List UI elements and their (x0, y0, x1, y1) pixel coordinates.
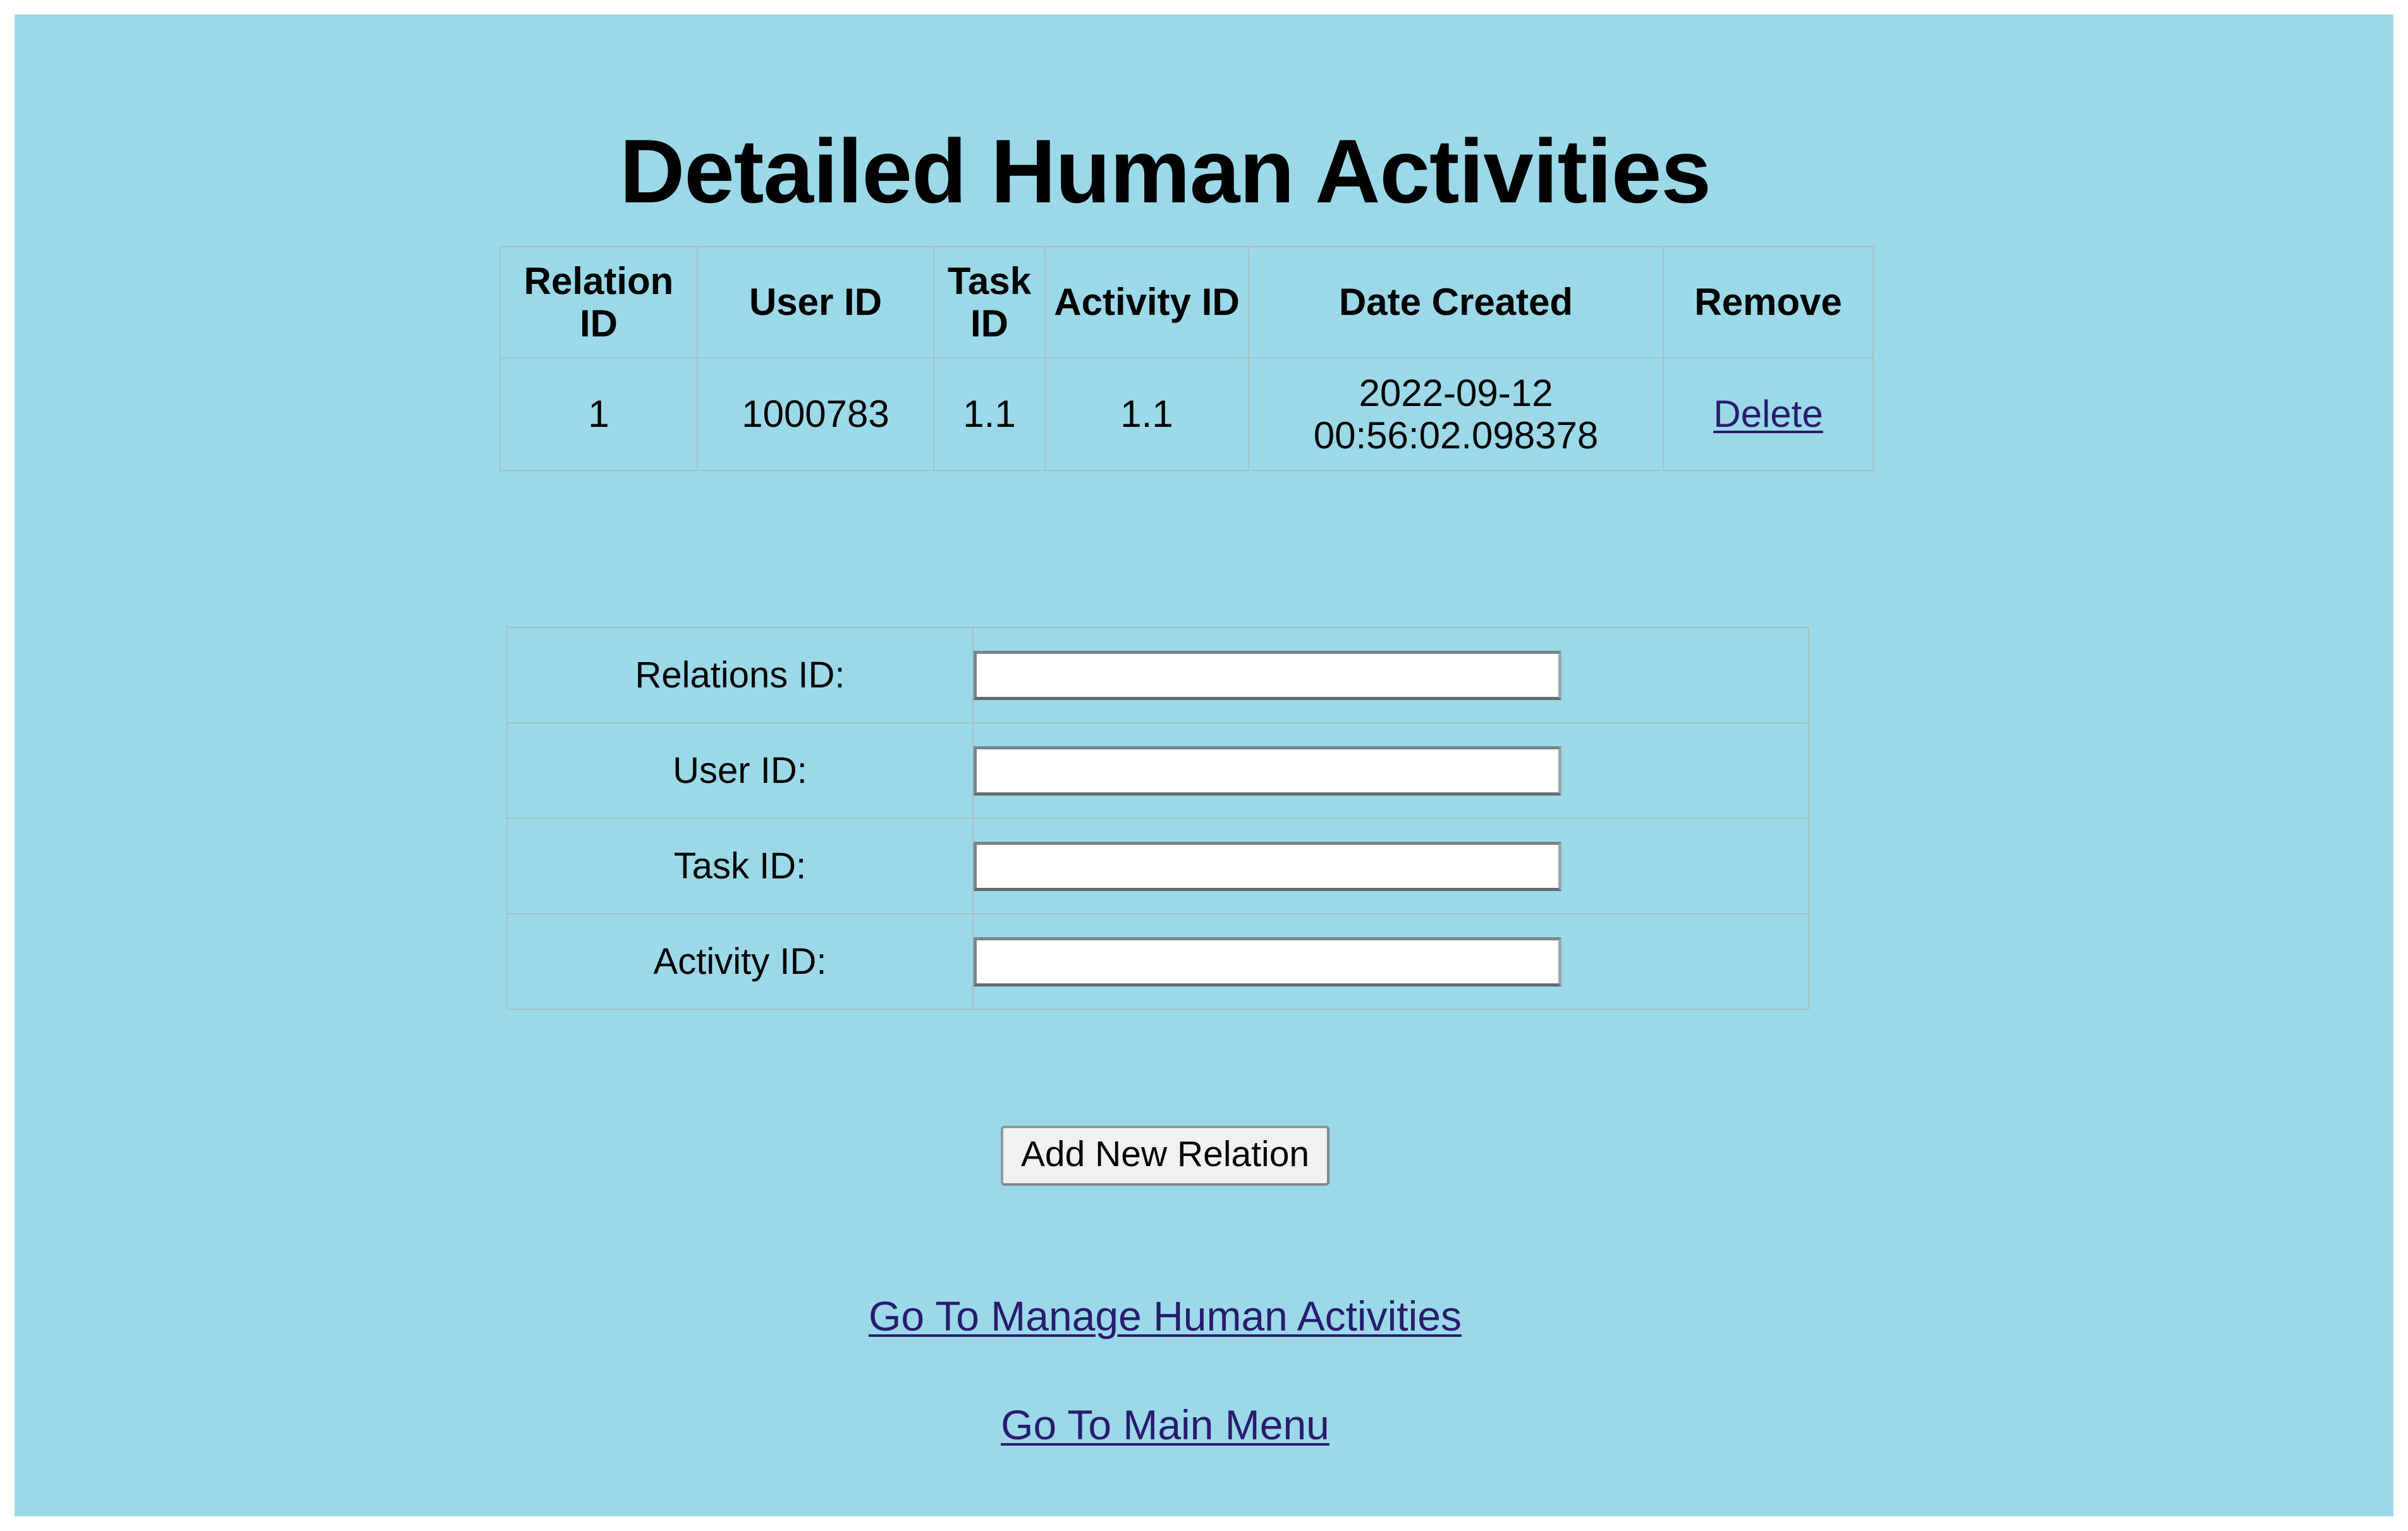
column-header-task-id: Task ID (933, 246, 1046, 359)
form-row-relations-id: Relations ID: (506, 627, 1809, 723)
form-row-activity-id: Activity ID: (506, 913, 1809, 1010)
activity-id-input[interactable] (974, 937, 1562, 987)
column-header-activity-id: Activity ID (1044, 246, 1249, 359)
add-new-relation-button[interactable]: Add New Relation (1000, 1126, 1330, 1186)
column-header-remove: Remove (1663, 246, 1874, 359)
label-relations-id: Relations ID: (506, 627, 974, 723)
table-header-row: Relation ID User ID Task ID Activity ID … (499, 246, 1874, 359)
field-cell-relations-id (972, 627, 1809, 723)
label-task-id: Task ID: (506, 818, 974, 914)
relations-id-input[interactable] (974, 650, 1562, 700)
nav-manage-row: Go To Manage Human Activities (15, 1292, 2316, 1340)
cell-remove: Delete (1663, 357, 1874, 471)
field-cell-user-id (972, 722, 1809, 819)
page-container: Detailed Human Activities Relation ID Us… (15, 15, 2393, 1516)
cell-activity-id: 1.1 (1044, 357, 1249, 471)
new-relation-form-table: Relations ID: User ID: Task ID: Activity… (506, 627, 1809, 1010)
column-header-date-created: Date Created (1248, 246, 1664, 359)
cell-task-id: 1.1 (933, 357, 1046, 471)
submit-button-wrapper: Add New Relation (15, 1126, 2316, 1186)
new-relation-form-wrapper: Relations ID: User ID: Task ID: Activity… (506, 627, 1809, 1010)
page-title: Detailed Human Activities (620, 121, 1711, 222)
user-id-input[interactable] (974, 746, 1562, 796)
field-cell-task-id (972, 818, 1809, 914)
human-activities-table-wrapper: Relation ID User ID Task ID Activity ID … (499, 246, 1874, 471)
form-row-task-id: Task ID: (506, 818, 1809, 914)
delete-link[interactable]: Delete (1713, 393, 1823, 435)
form-row-user-id: User ID: (506, 722, 1809, 819)
cell-user-id: 1000783 (697, 357, 934, 471)
table-row: 1 1000783 1.1 1.1 2022-09-12 00:56:02.09… (499, 357, 1874, 471)
column-header-user-id: User ID (697, 246, 934, 359)
column-header-relation-id: Relation ID (499, 246, 698, 359)
field-cell-activity-id (972, 913, 1809, 1010)
label-user-id: User ID: (506, 722, 974, 819)
table-body: 1 1000783 1.1 1.1 2022-09-12 00:56:02.09… (499, 357, 1874, 471)
table-header: Relation ID User ID Task ID Activity ID … (499, 246, 1874, 359)
go-to-main-menu-link[interactable]: Go To Main Menu (1001, 1401, 1329, 1448)
cell-date-created: 2022-09-12 00:56:02.098378 (1248, 357, 1664, 471)
form-body: Relations ID: User ID: Task ID: Activity… (506, 627, 1809, 1010)
go-to-manage-human-activities-link[interactable]: Go To Manage Human Activities (869, 1293, 1462, 1339)
task-id-input[interactable] (974, 841, 1562, 891)
nav-main-menu-row: Go To Main Menu (15, 1401, 2316, 1449)
label-activity-id: Activity ID: (506, 913, 974, 1010)
human-activities-table: Relation ID User ID Task ID Activity ID … (499, 246, 1874, 471)
cell-relation-id: 1 (499, 357, 698, 471)
